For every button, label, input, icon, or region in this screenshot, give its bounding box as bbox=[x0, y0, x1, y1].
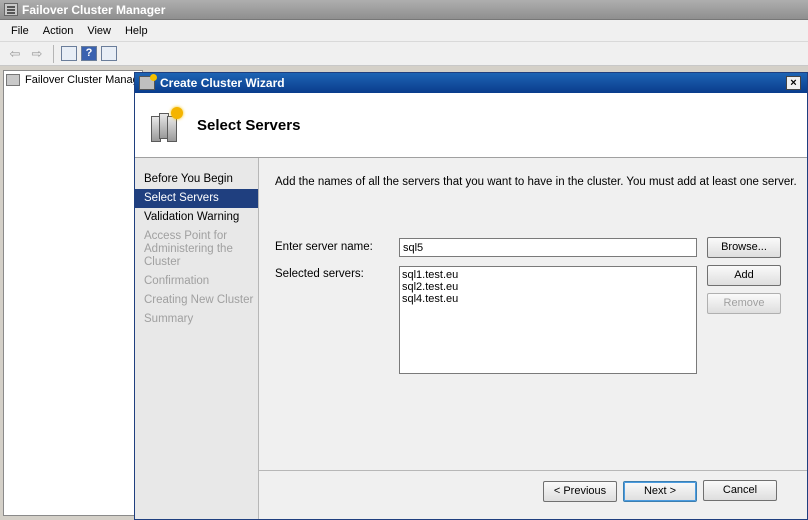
step-creating-new-cluster: Creating New Cluster bbox=[144, 294, 254, 306]
toolbar-divider bbox=[53, 44, 54, 63]
list-item[interactable]: sql2.test.eu bbox=[402, 281, 694, 293]
footer-divider bbox=[259, 470, 807, 471]
wizard-icon bbox=[139, 74, 157, 90]
cluster-manager-icon bbox=[4, 3, 18, 16]
remove-button[interactable]: Remove bbox=[707, 293, 781, 314]
wizard-title: Create Cluster Wizard bbox=[160, 76, 285, 90]
menu-bar: File Action View Help bbox=[0, 20, 808, 42]
step-select-servers[interactable]: Select Servers bbox=[135, 189, 258, 208]
step-summary: Summary bbox=[144, 313, 194, 325]
create-cluster-wizard: Create Cluster Wizard × Select Servers B… bbox=[134, 72, 808, 520]
page-title: Select Servers bbox=[197, 116, 301, 134]
show-hide-console-tree-icon[interactable] bbox=[61, 46, 77, 61]
cancel-button[interactable]: Cancel bbox=[703, 480, 777, 501]
list-item[interactable]: sql4.test.eu bbox=[402, 293, 694, 305]
tree-item-failover-cluster-manager[interactable]: Failover Cluster Manag bbox=[4, 71, 142, 89]
server-name-label: Enter server name: bbox=[275, 241, 373, 253]
step-before-you-begin[interactable]: Before You Begin bbox=[135, 170, 258, 189]
menu-action[interactable]: Action bbox=[36, 25, 81, 37]
add-button[interactable]: Add bbox=[707, 265, 781, 286]
cluster-node-icon bbox=[6, 74, 20, 86]
back-arrow-icon[interactable]: ⇦ bbox=[6, 45, 24, 63]
list-item[interactable]: sql1.test.eu bbox=[402, 269, 694, 281]
console-tree: Failover Cluster Manag bbox=[3, 70, 143, 516]
tree-item-label: Failover Cluster Manag bbox=[25, 74, 139, 86]
browse-button[interactable]: Browse... bbox=[707, 237, 781, 258]
menu-file[interactable]: File bbox=[4, 25, 36, 37]
servers-icon bbox=[149, 107, 183, 143]
help-icon[interactable]: ? bbox=[81, 46, 97, 61]
step-validation-warning[interactable]: Validation Warning bbox=[135, 208, 258, 227]
wizard-title-bar: Create Cluster Wizard × bbox=[135, 73, 807, 93]
toolbar: ⇦ ⇨ ? bbox=[0, 42, 808, 66]
instruction-text: Add the names of all the servers that yo… bbox=[275, 176, 797, 188]
show-hide-action-pane-icon[interactable] bbox=[101, 46, 117, 61]
step-confirmation: Confirmation bbox=[144, 275, 210, 287]
selected-servers-label: Selected servers: bbox=[275, 268, 364, 280]
selected-servers-list[interactable]: sql1.test.eu sql2.test.eu sql4.test.eu bbox=[399, 266, 697, 374]
forward-arrow-icon[interactable]: ⇨ bbox=[28, 45, 46, 63]
wizard-header: Select Servers bbox=[135, 93, 807, 158]
next-button[interactable]: Next > bbox=[623, 481, 697, 502]
previous-button[interactable]: < Previous bbox=[543, 481, 617, 502]
menu-view[interactable]: View bbox=[80, 25, 118, 37]
menu-help[interactable]: Help bbox=[118, 25, 155, 37]
server-name-input[interactable] bbox=[399, 238, 697, 257]
step-access-point: Access Point for Administering the Clust… bbox=[144, 230, 233, 268]
close-button[interactable]: × bbox=[786, 76, 801, 90]
wizard-content: Add the names of all the servers that yo… bbox=[259, 158, 807, 519]
wizard-steps: Before You Begin Select Servers Validati… bbox=[135, 158, 259, 519]
app-title-bar: Failover Cluster Manager bbox=[0, 0, 808, 20]
wizard-body: Before You Begin Select Servers Validati… bbox=[135, 158, 807, 519]
app-title: Failover Cluster Manager bbox=[22, 2, 166, 17]
